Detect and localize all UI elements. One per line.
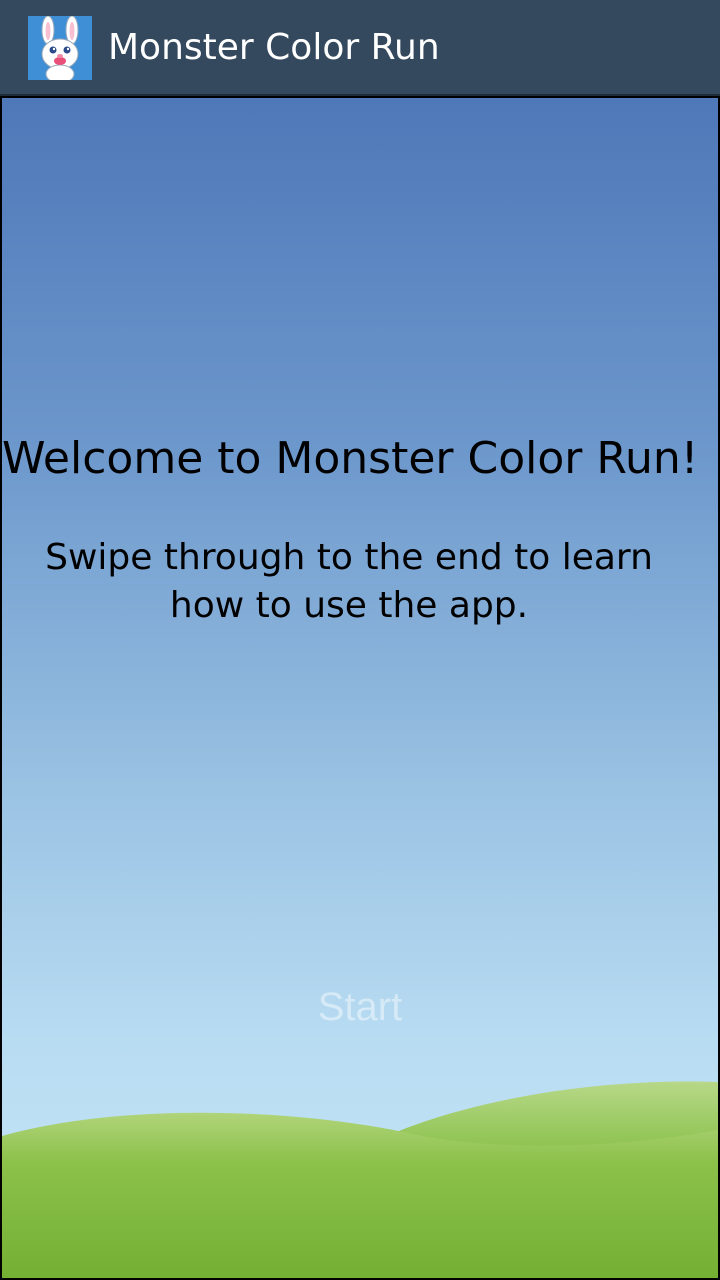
start-button[interactable]: Start [240,974,480,1038]
app-bar: Monster Color Run [0,0,720,96]
welcome-subtitle: Swipe through to the end to learn how to… [45,537,653,626]
grass-hills-illustration [2,1081,718,1278]
welcome-title: Welcome to Monster Color Run! [2,433,699,484]
app-title: Monster Color Run [108,27,440,68]
bunny-app-icon [28,16,92,80]
onboarding-page[interactable]: Welcome to Monster Color Run! Swipe thro… [2,98,718,1278]
